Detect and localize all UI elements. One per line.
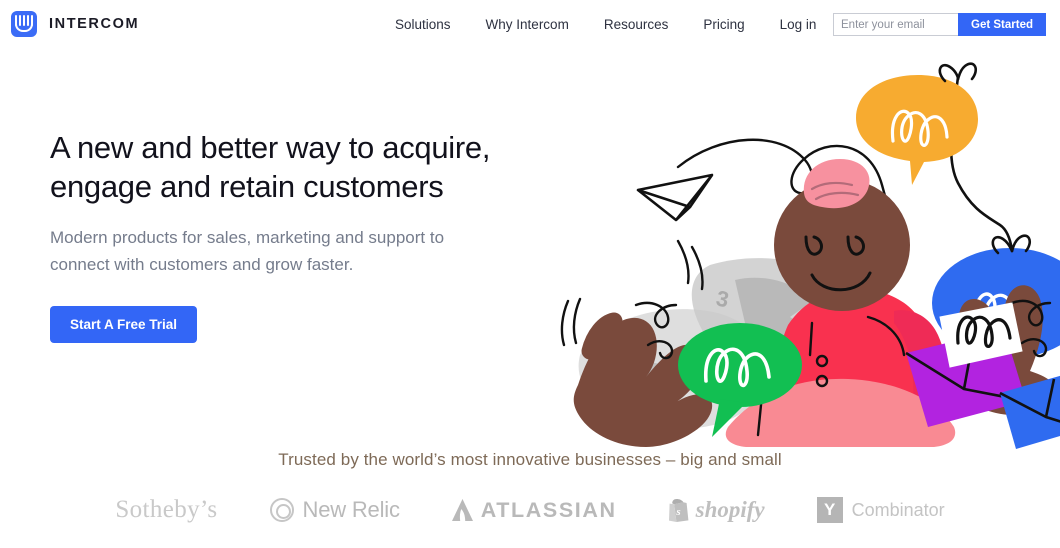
subhead-line-1: Modern products for sales, marketing and… [50,228,445,247]
nav-item-log-in[interactable]: Log in [780,17,817,32]
balloon-bow-orange [938,62,977,83]
landing-page: INTERCOM Solutions Why Intercom Resource… [0,0,1060,548]
nav-item-resources[interactable]: Resources [604,17,669,32]
logo-sothebys: Sotheby’s [115,496,217,524]
nav-item-solutions[interactable]: Solutions [395,17,451,32]
y-combinator-mark-icon: Y [816,497,843,523]
logo-new-relic-label: New Relic [302,497,400,522]
nav-item-why-intercom[interactable]: Why Intercom [486,17,569,32]
intercom-logo-icon [11,11,37,37]
trust-tagline: Trusted by the world’s most innovative b… [278,450,782,469]
hero-copy: A new and better way to acquire, engage … [50,128,550,343]
customer-logo-strip: Sotheby’s New Relic ATLASSIAN s shopify … [0,496,1060,524]
logo-atlassian-label: ATLASSIAN [480,497,617,522]
nav-item-pricing[interactable]: Pricing [703,17,744,32]
logo-shopify-label: shopify [695,497,765,522]
main-nav: Solutions Why Intercom Resources Pricing… [395,0,816,48]
atlassian-mark-icon [451,499,473,521]
headline-line-2: engage and retain customers [50,169,444,204]
hero-illustration: 25 3 [560,55,1060,455]
subhead-line-2: connect with customers and grow faster. [50,255,354,274]
get-started-button[interactable]: Get Started [958,13,1046,36]
shopify-bag-icon: s [668,498,689,522]
brand-name: INTERCOM [49,16,140,32]
logo-shopify: s shopify [668,497,765,523]
start-free-trial-button[interactable]: Start A Free Trial [50,306,198,343]
brand-logo[interactable]: INTERCOM [11,11,139,37]
logo-y-combinator-label: Combinator [851,499,945,520]
site-header: INTERCOM Solutions Why Intercom Resource… [0,0,1060,48]
header-signup-form: Get Started [833,13,1046,36]
logo-atlassian: ATLASSIAN [451,497,617,523]
paper-plane-icon [636,173,714,222]
hero-subhead: Modern products for sales, marketing and… [50,224,550,278]
svg-text:s: s [675,506,680,518]
headline-line-1: A new and better way to acquire, [50,130,491,165]
figure-head [774,159,910,311]
page-title: A new and better way to acquire, engage … [50,128,550,206]
logo-sothebys-label: Sotheby’s [115,496,218,523]
new-relic-ring-icon [269,498,294,522]
email-input[interactable] [833,13,958,36]
logo-y-combinator: Y Combinator [816,497,945,523]
logo-new-relic: New Relic [269,497,400,523]
